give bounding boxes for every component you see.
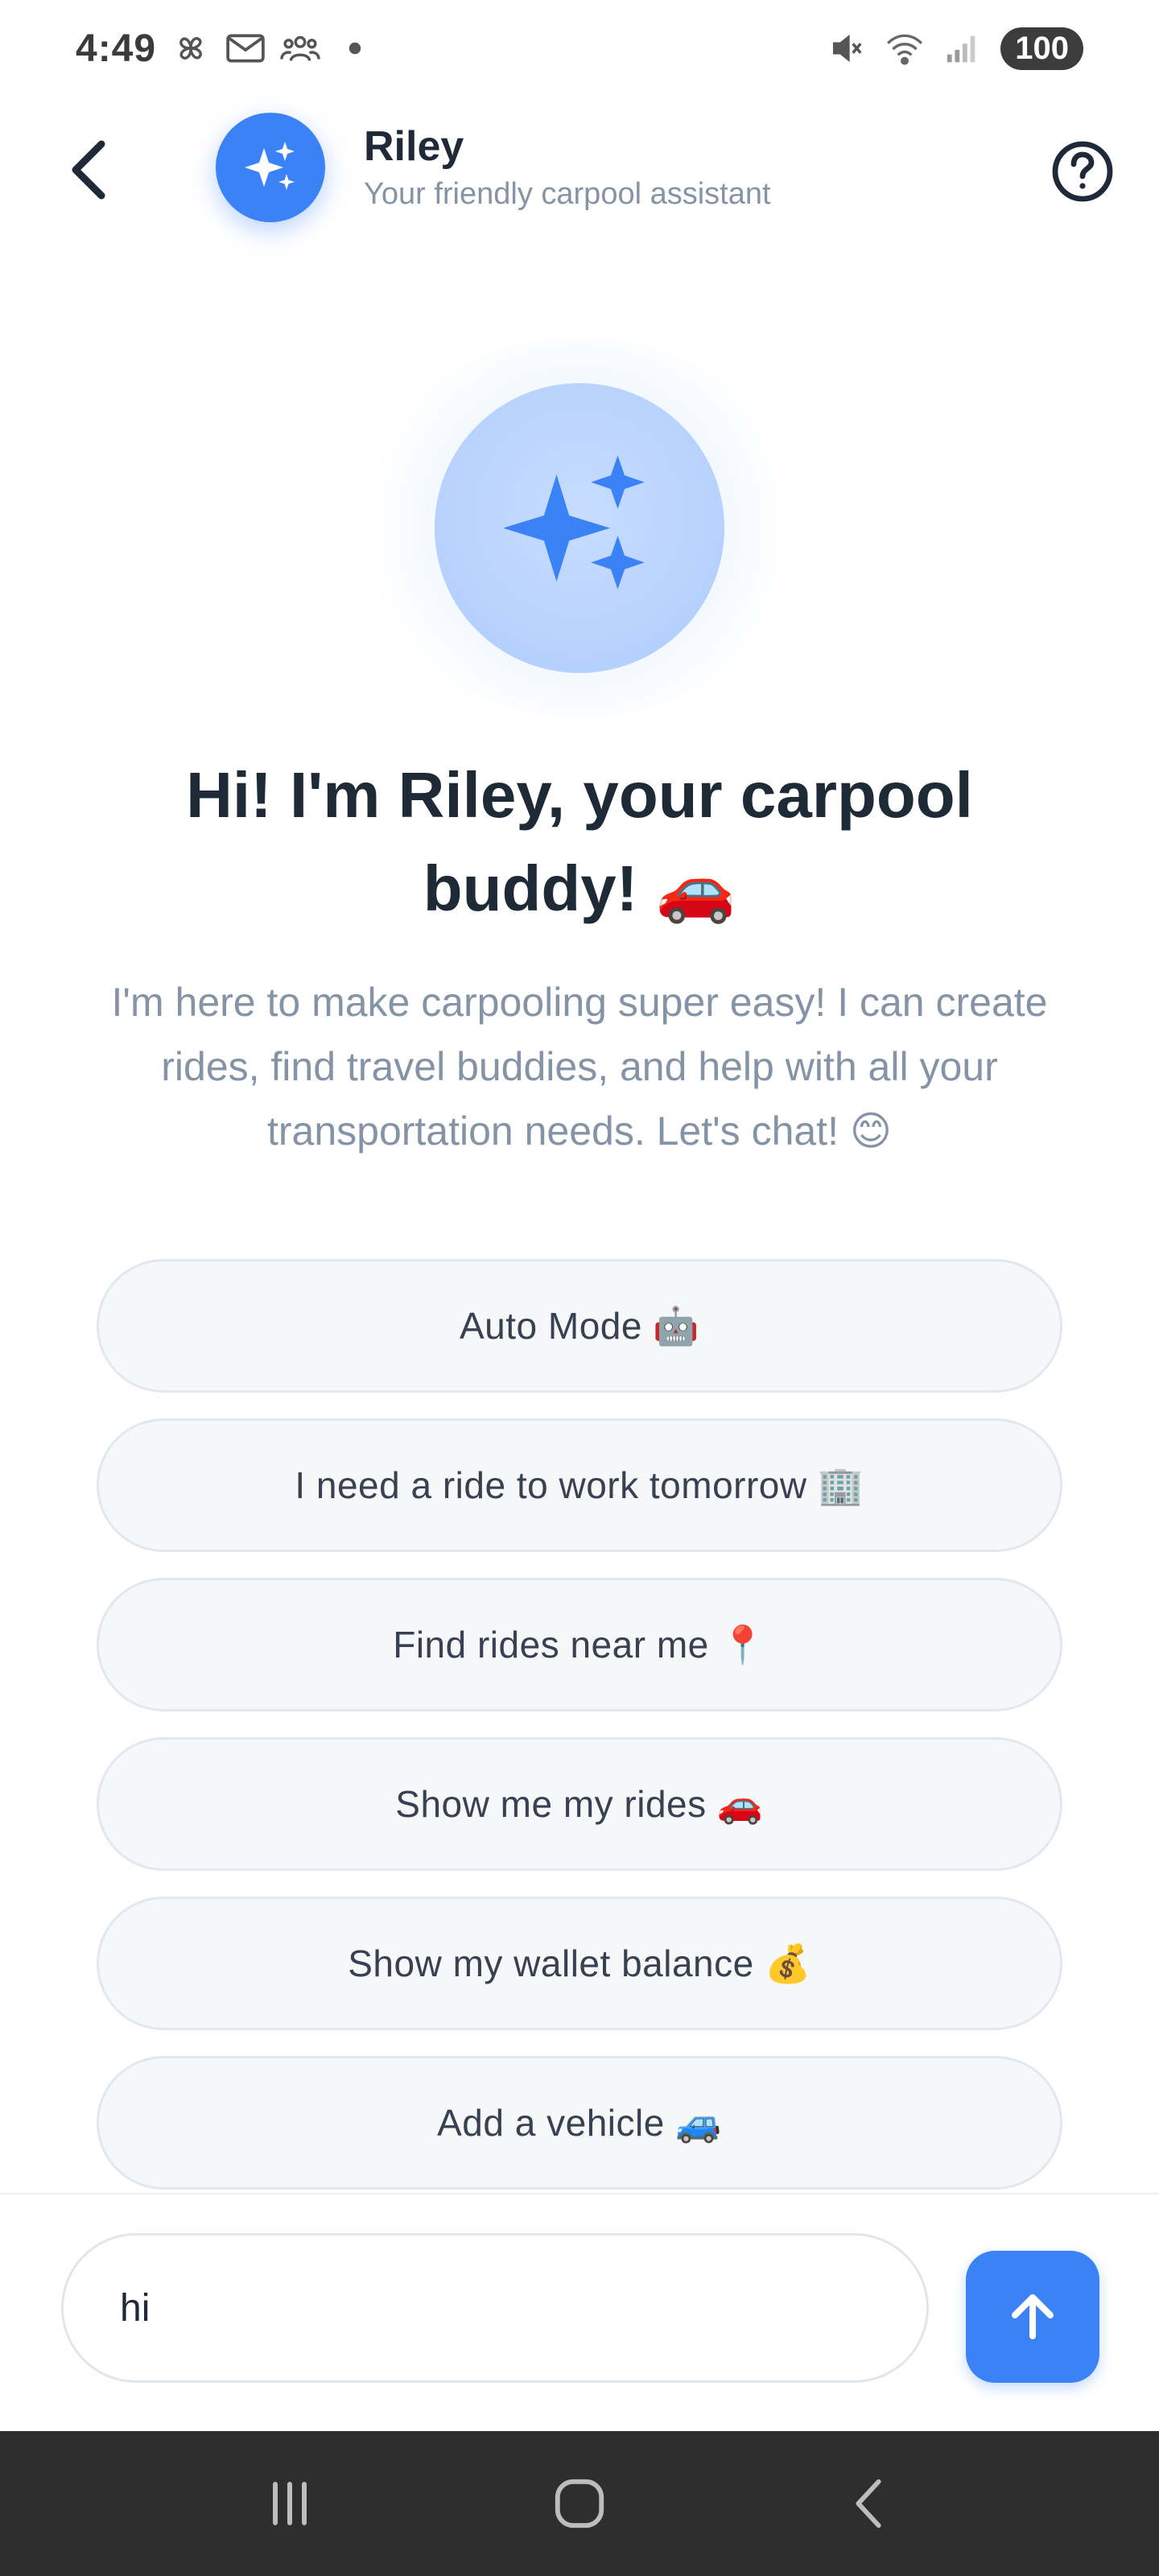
welcome-description: I'm here to make carpooling super easy! … [111, 980, 1048, 1154]
suggestion-add-vehicle[interactable]: Add a vehicle 🚙 [97, 2056, 1062, 2190]
suggestion-ride-to-work[interactable]: I need a ride to work tomorrow 🏢 [97, 1418, 1062, 1552]
pinwheel-icon [171, 28, 211, 68]
chevron-left-icon [856, 2479, 881, 2529]
suggestion-my-rides[interactable]: Show me my rides 🚗 [97, 1737, 1062, 1871]
assistant-name: Riley [364, 123, 464, 170]
message-composer [0, 2193, 1159, 2431]
battery-indicator: 100 [1000, 27, 1083, 70]
status-left: 4:49 [76, 27, 375, 71]
send-button[interactable] [966, 2251, 1099, 2383]
help-button[interactable] [1048, 137, 1117, 206]
suggestion-list: Auto Mode 🤖 I need a ride to work tomorr… [97, 1259, 1062, 2190]
system-back-button[interactable] [821, 2455, 918, 2552]
chevron-left-icon [72, 140, 105, 200]
home-icon [555, 2479, 604, 2529]
arrow-up-icon [1012, 2294, 1054, 2339]
recents-button[interactable] [241, 2455, 338, 2552]
wifi-icon [885, 28, 925, 68]
chat-header: Riley Your friendly carpool assistant [0, 105, 1159, 233]
gmail-icon [225, 28, 266, 68]
message-input[interactable] [61, 2233, 929, 2383]
suggestion-auto-mode[interactable]: Auto Mode 🤖 [97, 1259, 1062, 1393]
welcome-title: Hi! I'm Riley, your carpool buddy! 🚗 [186, 759, 973, 924]
status-time: 4:49 [76, 27, 157, 70]
hero-sparkles-badge [435, 383, 724, 673]
assistant-tagline: Your friendly carpool assistant [364, 177, 771, 211]
sparkles-icon [245, 142, 295, 190]
signal-icon [942, 28, 983, 68]
status-bar: 4:49 100 [0, 0, 1159, 97]
chat-screen: 4:49 100 Riley Your friendly carpool ass… [0, 0, 1159, 2576]
help-icon [1052, 141, 1113, 202]
sparkles-icon [503, 455, 645, 589]
people-icon [280, 28, 320, 68]
suggestion-find-rides[interactable]: Find rides near me 📍 [97, 1578, 1062, 1711]
mute-icon [827, 28, 867, 68]
header-text: Riley Your friendly carpool assistant [364, 122, 771, 212]
recents-icon [273, 2482, 307, 2525]
status-right: 100 [827, 27, 1083, 70]
system-nav-bar [0, 2431, 1159, 2576]
suggestion-wallet-balance[interactable]: Show my wallet balance 💰 [97, 1897, 1062, 2030]
back-button[interactable] [56, 134, 121, 206]
home-button[interactable] [531, 2455, 628, 2552]
dot-icon [335, 28, 375, 68]
assistant-avatar [216, 113, 325, 222]
